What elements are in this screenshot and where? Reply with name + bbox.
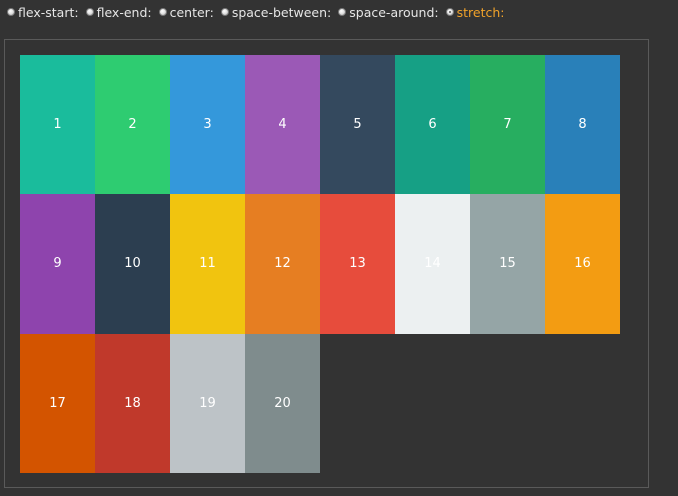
tile-1: 1 — [20, 55, 95, 195]
radio-stretch[interactable] — [445, 8, 454, 16]
tile-20: 20 — [245, 333, 320, 473]
tile-15: 15 — [470, 194, 545, 334]
option-label-flex-end: flex-end: — [96, 4, 152, 20]
align-content-options: flex-start: flex-end: center: space-betw… — [7, 4, 512, 20]
radio-space-between[interactable] — [220, 8, 229, 16]
tile-11: 11 — [170, 194, 245, 334]
tile-10: 10 — [95, 194, 170, 334]
option-label-flex-start: flex-start: — [18, 4, 79, 20]
option-flex-end[interactable]: flex-end: — [85, 4, 152, 20]
tile-16: 16 — [545, 194, 620, 334]
tile-grid: 1 2 3 4 5 6 7 8 9 10 11 12 13 14 15 16 17 18 19 20 — [20, 55, 620, 473]
option-flex-start[interactable]: flex-start: — [7, 5, 79, 20]
tile-14: 14 — [395, 194, 470, 334]
tile-9: 9 — [20, 194, 95, 334]
option-label-center: center: — [169, 4, 214, 20]
option-label-space-between: space-between: — [231, 4, 332, 20]
tile-3: 3 — [170, 55, 245, 195]
flex-container: 1 2 3 4 5 6 7 8 9 10 11 12 13 14 15 16 17 18 19 20 — [4, 39, 649, 488]
option-label-space-around: space-around: — [349, 4, 439, 20]
tile-4: 4 — [245, 55, 320, 195]
option-space-around[interactable]: space-around: — [338, 4, 439, 20]
tile-19: 19 — [170, 333, 245, 473]
tile-5: 5 — [320, 55, 395, 195]
tile-8: 8 — [545, 55, 620, 195]
tile-18: 18 — [95, 333, 170, 473]
radio-center[interactable] — [158, 8, 167, 16]
option-label-stretch: stretch: — [456, 4, 505, 20]
tile-6: 6 — [395, 55, 470, 195]
tile-17: 17 — [20, 333, 95, 473]
tile-13: 13 — [320, 194, 395, 334]
radio-flex-end[interactable] — [85, 8, 94, 16]
radio-flex-start[interactable] — [7, 8, 15, 16]
option-center[interactable]: center: — [158, 4, 214, 20]
option-stretch[interactable]: stretch: — [445, 4, 505, 20]
option-space-between[interactable]: space-between: — [220, 4, 332, 20]
radio-space-around[interactable] — [338, 8, 347, 16]
tile-2: 2 — [95, 55, 170, 195]
tile-7: 7 — [470, 55, 545, 195]
tile-12: 12 — [245, 194, 320, 334]
